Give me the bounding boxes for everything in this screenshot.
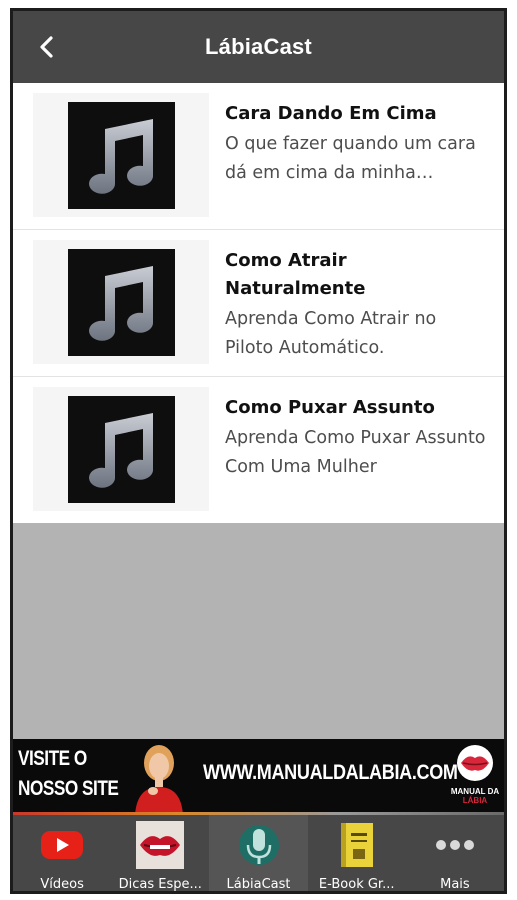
bottom-tab-bar: Vídeos Dicas Espe... LábiaCast E-Book Gr…	[13, 815, 504, 892]
tab-ebook[interactable]: E-Book Gr...	[308, 815, 406, 892]
woman-portrait-icon	[135, 745, 183, 815]
tab-dicas[interactable]: Dicas Espe...	[111, 815, 209, 892]
app-header: LábiaCast	[13, 11, 504, 83]
podcast-list: Cara Dando Em Cima O que fazer quando um…	[13, 83, 504, 523]
chevron-left-icon	[40, 36, 53, 58]
more-icon	[435, 840, 474, 850]
music-note-icon	[89, 413, 154, 488]
page-title: LábiaCast	[205, 34, 312, 59]
lips-logo-icon	[457, 745, 493, 781]
tab-label: LábiaCast	[226, 877, 291, 892]
thumbnail	[33, 387, 209, 511]
tab-label: Mais	[440, 877, 470, 892]
tab-label: E-Book Gr...	[318, 877, 395, 892]
music-note-icon	[89, 266, 154, 341]
back-button[interactable]	[31, 31, 63, 63]
item-description: Aprenda Como Atrair no Piloto Automático…	[225, 309, 437, 358]
lips-icon	[136, 821, 185, 869]
item-description: O que fazer quando um cara dá em cima da…	[225, 134, 476, 183]
banner-logo: MANUAL DA LÁBIA	[443, 743, 504, 805]
logo-text-2: LÁBIA	[462, 796, 488, 805]
tab-labiacast[interactable]: LábiaCast	[209, 815, 308, 892]
microphone-icon	[238, 825, 279, 865]
tab-videos[interactable]: Vídeos	[13, 815, 111, 892]
thumbnail	[33, 240, 209, 364]
book-icon	[340, 823, 373, 867]
list-item[interactable]: Como Puxar Assunto Aprenda Como Puxar As…	[13, 377, 504, 523]
tab-label: Vídeos	[40, 877, 84, 892]
app-frame: LábiaCast Cara Dando Em Cima O que fazer…	[10, 8, 507, 894]
item-title: Cara Dando Em Cima	[225, 103, 437, 124]
tab-more[interactable]: Mais	[406, 815, 504, 892]
logo-text-1: MANUAL DA	[450, 787, 500, 796]
item-title: Como Puxar Assunto	[225, 397, 435, 418]
list-item[interactable]: Como Atrair Naturalmente Aprenda Como At…	[13, 230, 504, 377]
list-item[interactable]: Cara Dando Em Cima O que fazer quando um…	[13, 83, 504, 230]
ad-banner[interactable]: VISITE O NOSSO SITE WWW.MANUALDALABIA.CO…	[13, 739, 504, 815]
tab-label: Dicas Espe...	[118, 877, 202, 892]
banner-line-1: VISITE O	[18, 747, 87, 770]
item-description: Aprenda Como Puxar Assunto Com Uma Mulhe…	[225, 428, 486, 477]
banner-visit-text: VISITE O NOSSO SITE	[18, 744, 119, 804]
youtube-icon	[41, 831, 84, 859]
item-title: Como Atrair Naturalmente	[225, 250, 366, 299]
music-note-icon	[89, 119, 154, 194]
banner-line-2: NOSSO SITE	[18, 777, 119, 800]
thumbnail	[33, 93, 209, 217]
banner-url: WWW.MANUALDALABIA.COM	[203, 761, 458, 784]
